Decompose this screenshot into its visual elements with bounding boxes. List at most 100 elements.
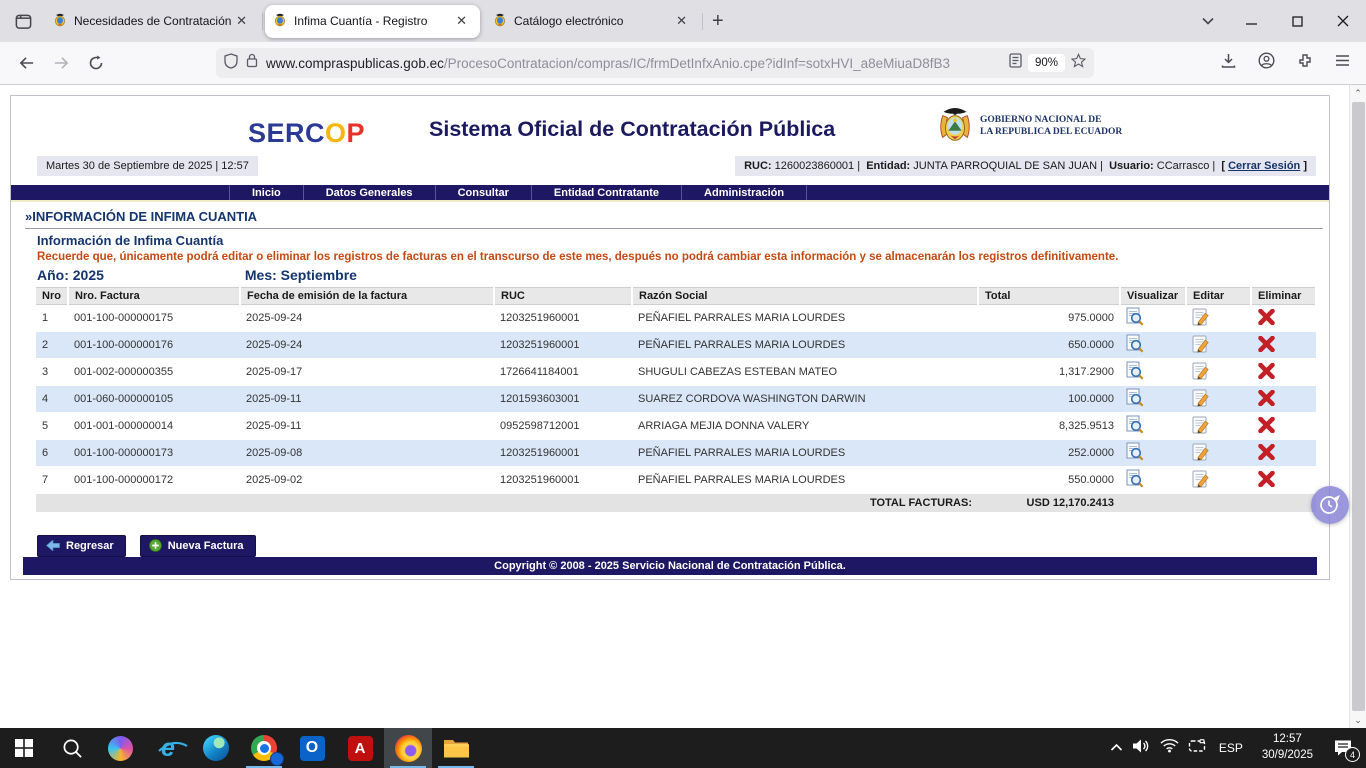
menu-hamburger-icon[interactable] xyxy=(1335,54,1350,72)
nueva-factura-button[interactable]: Nueva Factura xyxy=(140,535,256,557)
menu-item-entidad-contratante[interactable]: Entidad Contratante xyxy=(532,185,682,200)
editar-icon[interactable] xyxy=(1192,443,1210,464)
language-indicator[interactable]: ESP xyxy=(1215,741,1247,755)
floating-timer-widget[interactable] xyxy=(1311,486,1349,524)
firefox-icon[interactable] xyxy=(384,728,432,768)
ruc-cell: 1203251960001 xyxy=(494,440,632,467)
url-text[interactable]: www.compraspublicas.gob.ec/ProcesoContra… xyxy=(266,56,1009,71)
action-buttons-row: Regresar Nueva Factura xyxy=(37,535,1329,557)
menu-item-administracion[interactable]: Administración xyxy=(682,185,807,200)
fecha-cell: 2025-09-24 xyxy=(240,305,494,332)
visualizar-icon[interactable] xyxy=(1126,388,1144,410)
menu-item-inicio[interactable]: Inicio xyxy=(229,185,304,200)
eliminar-icon[interactable] xyxy=(1257,390,1276,409)
copilot-icon[interactable] xyxy=(96,728,144,768)
eliminar-icon[interactable] xyxy=(1257,309,1276,328)
new-tab-button[interactable]: + xyxy=(700,5,736,37)
lock-icon[interactable] xyxy=(246,53,258,73)
editar-icon[interactable] xyxy=(1192,308,1210,329)
acrobat-icon[interactable]: A xyxy=(336,728,384,768)
account-icon[interactable] xyxy=(1258,52,1275,74)
tab-close-icon[interactable]: ✕ xyxy=(231,11,252,31)
edge-icon[interactable] xyxy=(192,728,240,768)
total-cell: 1,317.2900 xyxy=(978,359,1120,386)
file-explorer-icon[interactable] xyxy=(432,728,480,768)
ecuador-crest-favicon xyxy=(273,13,287,30)
taskbar-search-button[interactable] xyxy=(48,728,96,768)
eliminar-icon[interactable] xyxy=(1257,444,1276,463)
visualizar-icon[interactable] xyxy=(1126,361,1144,383)
razon-social-cell: SUAREZ CORDOVA WASHINGTON DARWIN xyxy=(632,386,978,413)
visualizar-icon[interactable] xyxy=(1126,415,1144,437)
bookmark-star-icon[interactable] xyxy=(1071,53,1086,73)
action-cell xyxy=(1251,440,1316,467)
wifi-icon[interactable] xyxy=(1160,738,1179,758)
editar-icon[interactable] xyxy=(1192,362,1210,383)
razon-social-cell: PEÑAFIEL PARRALES MARIA LOURDES xyxy=(632,305,978,332)
government-logo-text: GOBIERNO NACIONAL DE LA REPUBLICA DEL EC… xyxy=(980,115,1122,139)
editar-icon[interactable] xyxy=(1192,389,1210,410)
forward-icon[interactable] xyxy=(53,55,70,71)
logout-link[interactable]: Cerrar Sesión xyxy=(1228,160,1300,172)
clock-icon xyxy=(1318,493,1342,517)
scrollbar-thumb[interactable] xyxy=(1352,102,1365,711)
internet-explorer-icon[interactable]: e xyxy=(144,728,192,768)
reload-icon[interactable] xyxy=(88,55,104,71)
eliminar-icon[interactable] xyxy=(1257,471,1276,490)
action-cell xyxy=(1186,440,1251,467)
list-tabs-chevron-icon[interactable] xyxy=(1188,12,1228,30)
tab-close-icon[interactable]: ✕ xyxy=(451,11,472,31)
eliminar-icon[interactable] xyxy=(1257,336,1276,355)
eliminar-icon[interactable] xyxy=(1257,417,1276,436)
url-bar[interactable]: www.compraspublicas.gob.ec/ProcesoContra… xyxy=(216,48,1094,78)
extensions-icon[interactable] xyxy=(1297,53,1313,74)
editar-icon[interactable] xyxy=(1192,335,1210,356)
zoom-level-chip[interactable]: 90% xyxy=(1028,54,1065,72)
visualizar-icon[interactable] xyxy=(1126,469,1144,491)
visualizar-icon[interactable] xyxy=(1126,307,1144,329)
tab-necesidades[interactable]: Necesidades de Contratación y ✕ xyxy=(45,5,260,38)
menu-item-consultar[interactable]: Consultar xyxy=(436,185,532,200)
page-scrollbar[interactable]: ⌃ ⌄ xyxy=(1349,85,1366,728)
visualizar-icon[interactable] xyxy=(1126,334,1144,356)
browser-tab-bar: Necesidades de Contratación y ✕ Infima C… xyxy=(0,0,1366,42)
editar-icon[interactable] xyxy=(1192,470,1210,491)
outlook-icon[interactable]: O xyxy=(288,728,336,768)
notification-center-button[interactable]: 4 xyxy=(1328,735,1358,761)
action-cell xyxy=(1120,305,1186,332)
col-header-ruc: RUC xyxy=(494,288,632,305)
firefox-view-icon[interactable] xyxy=(6,5,40,37)
eliminar-icon[interactable] xyxy=(1257,363,1276,382)
main-menu: Inicio Datos Generales Consultar Entidad… xyxy=(11,185,1329,200)
invoice-row: 7001-100-0000001722025-09-02120325196000… xyxy=(36,467,1316,494)
clock[interactable]: 12:57 30/9/2025 xyxy=(1256,732,1319,763)
volume-icon[interactable] xyxy=(1132,738,1151,759)
downloads-icon[interactable] xyxy=(1221,53,1236,74)
tab-catalogo[interactable]: Catálogo electrónico ✕ xyxy=(485,5,700,38)
cast-icon[interactable] xyxy=(1188,739,1206,758)
scroll-down-icon[interactable]: ⌄ xyxy=(1350,712,1366,728)
window-maximize-button[interactable] xyxy=(1274,0,1320,42)
copyright-footer: Copyright © 2008 - 2025 Servicio Naciona… xyxy=(23,557,1317,575)
action-cell xyxy=(1186,332,1251,359)
editar-icon[interactable] xyxy=(1192,416,1210,437)
col-header-visualizar: Visualizar xyxy=(1120,288,1186,305)
total-cell: 8,325.9513 xyxy=(978,413,1120,440)
menu-item-datos-generales[interactable]: Datos Generales xyxy=(304,185,436,200)
visualizar-icon[interactable] xyxy=(1126,442,1144,464)
reader-mode-icon[interactable] xyxy=(1009,53,1022,73)
shield-icon[interactable] xyxy=(224,53,238,74)
tab-infima-cuantia[interactable]: Infima Cuantía - Registro ✕ xyxy=(265,5,480,38)
back-icon[interactable] xyxy=(18,55,35,71)
window-close-button[interactable] xyxy=(1320,0,1366,42)
regresar-button[interactable]: Regresar xyxy=(37,535,126,557)
tray-chevron-icon[interactable] xyxy=(1110,739,1123,757)
warning-text: Recuerde que, únicamente podrá editar o … xyxy=(37,251,1329,263)
scroll-up-icon[interactable]: ⌃ xyxy=(1350,85,1366,101)
action-cell xyxy=(1120,467,1186,494)
chrome-icon[interactable] xyxy=(240,728,288,768)
window-minimize-button[interactable] xyxy=(1228,0,1274,42)
start-button[interactable] xyxy=(0,728,48,768)
tab-close-icon[interactable]: ✕ xyxy=(671,11,692,31)
action-cell xyxy=(1251,332,1316,359)
